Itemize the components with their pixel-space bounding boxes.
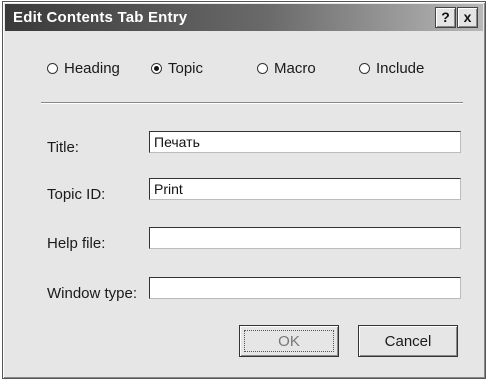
title-input[interactable] (149, 131, 461, 153)
window-type-input[interactable] (149, 277, 461, 299)
separator-line (41, 102, 463, 104)
radio-heading-label: Heading (64, 60, 120, 77)
radio-heading[interactable]: Heading (47, 60, 120, 77)
dialog-title: Edit Contents Tab Entry (13, 9, 188, 26)
radio-topic[interactable]: Topic (151, 60, 203, 77)
help-icon[interactable]: ? (435, 7, 456, 28)
radio-macro[interactable]: Macro (257, 60, 316, 77)
radio-macro-circle[interactable] (257, 63, 268, 74)
help-file-input[interactable] (149, 227, 461, 249)
title-label: Title: (47, 139, 79, 156)
radio-topic-label: Topic (168, 60, 204, 77)
cancel-button[interactable]: Cancel (358, 325, 458, 357)
ok-button[interactable]: OK (239, 325, 339, 357)
entry-type-radio-group: Heading Topic Macro Include (3, 60, 485, 82)
title-bar[interactable]: Edit Contents Tab Entry ? x (5, 4, 483, 31)
radio-heading-circle[interactable] (47, 63, 58, 74)
window-type-label: Window type: (47, 285, 138, 302)
close-icon[interactable]: x (457, 7, 478, 28)
edit-contents-tab-entry-dialog: Edit Contents Tab Entry ? x Heading Topi… (2, 1, 486, 379)
topic-id-input[interactable] (149, 178, 461, 200)
help-file-label: Help file: (47, 235, 106, 252)
topic-id-label: Topic ID: (47, 186, 106, 203)
radio-include[interactable]: Include (359, 60, 424, 77)
radio-include-circle[interactable] (359, 63, 370, 74)
radio-include-label: Include (376, 60, 425, 77)
radio-topic-circle[interactable] (151, 63, 162, 74)
radio-macro-label: Macro (274, 60, 316, 77)
